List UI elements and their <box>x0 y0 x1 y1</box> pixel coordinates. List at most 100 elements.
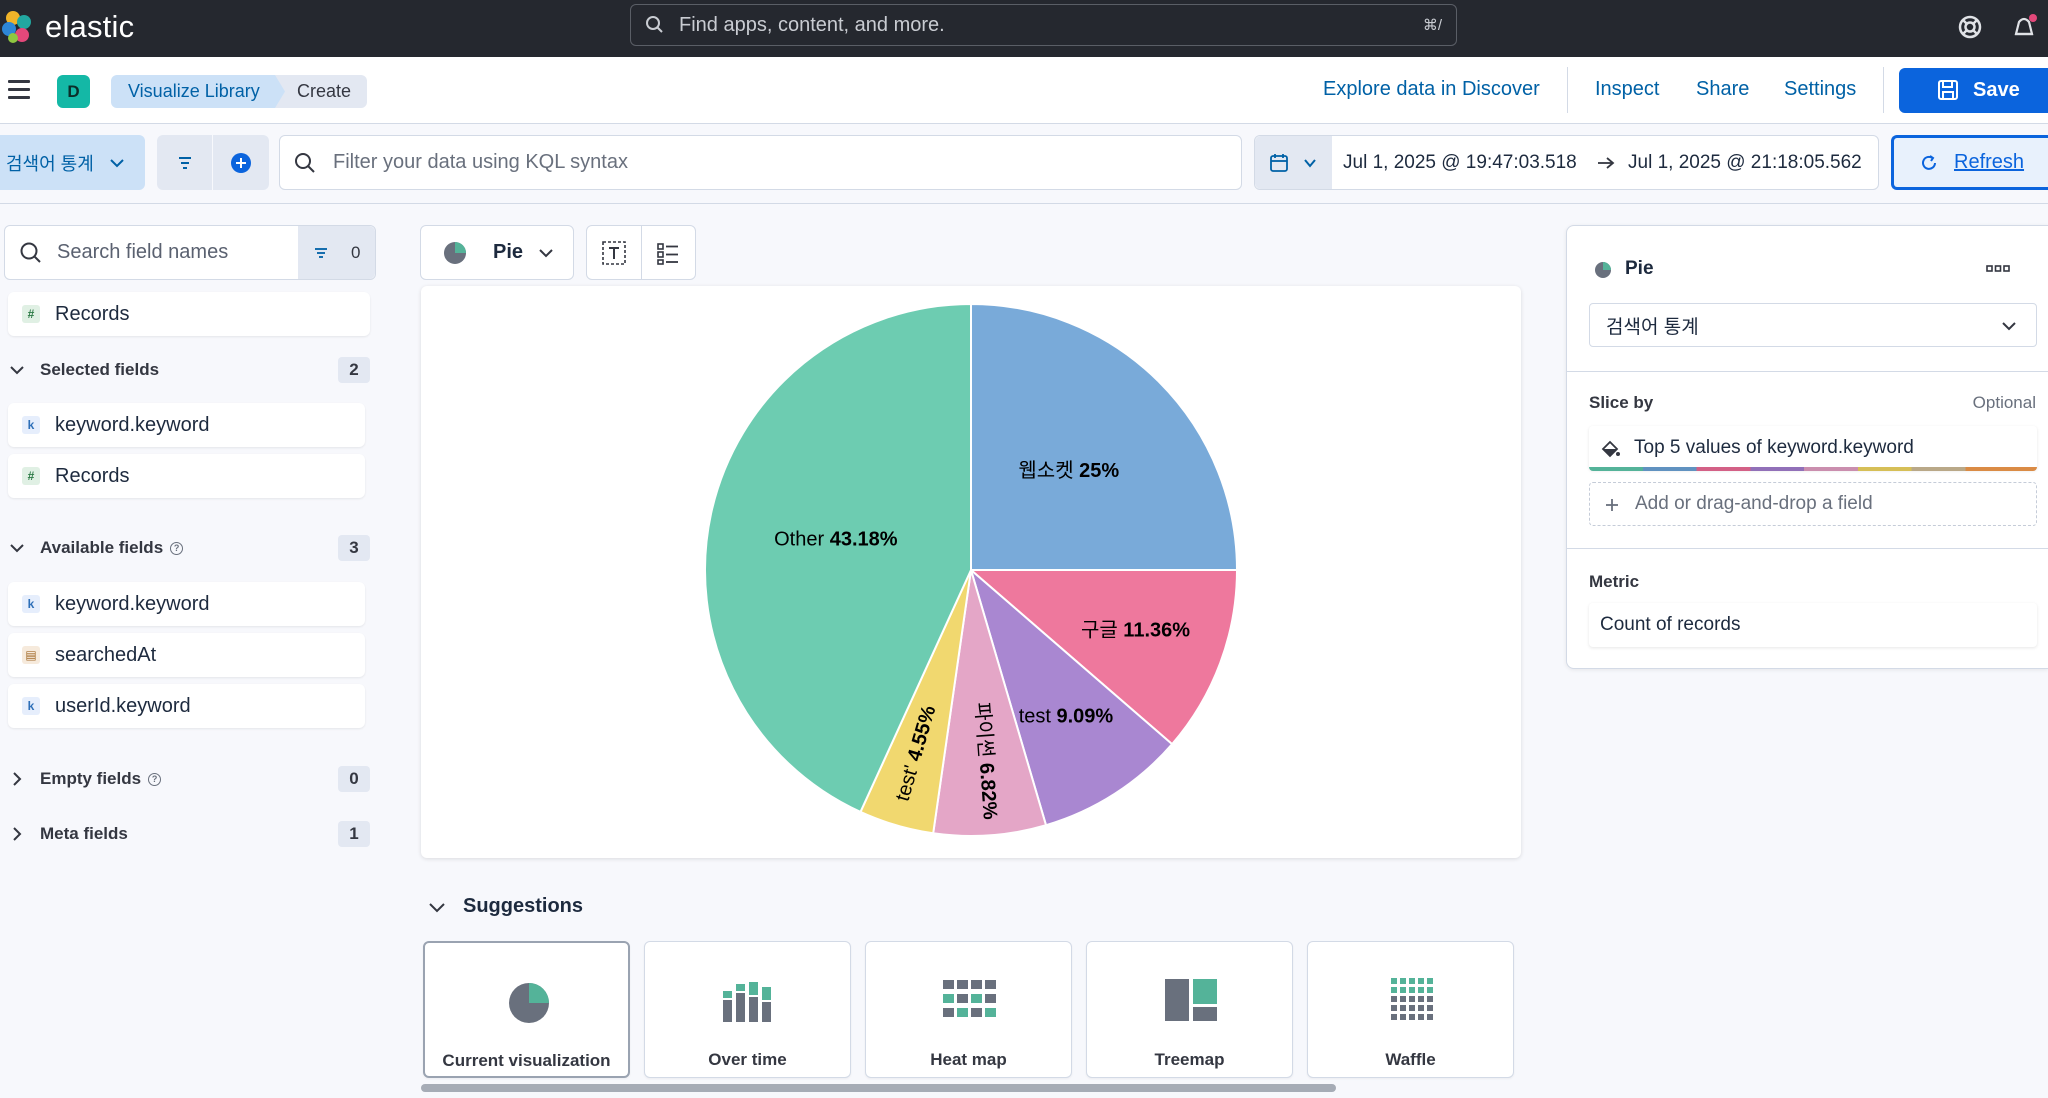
help-icon[interactable] <box>1953 10 1987 44</box>
chevron-down-icon <box>429 902 445 912</box>
available-fields-toggle[interactable]: Available fields ? <box>8 535 184 561</box>
suggestion-label: Current visualization <box>442 1051 611 1070</box>
brand-name: elastic <box>45 9 135 44</box>
explore-discover-link[interactable]: Explore data in Discover <box>1323 78 1540 101</box>
metric-dimension[interactable]: Count of records <box>1589 603 2037 647</box>
legend-icon[interactable] <box>655 240 681 266</box>
suggestion-current-visualization[interactable]: Current visualization <box>423 941 630 1078</box>
suggestion-label: Over time <box>708 1050 787 1069</box>
section-label: Available fields <box>40 538 164 557</box>
top-header: elastic Find apps, content, and more. ⌘/ <box>0 0 2048 57</box>
slice-by-value: Top 5 values of keyword.keyword <box>1634 437 1914 458</box>
refresh-icon <box>1922 155 1936 170</box>
search-icon <box>295 153 315 173</box>
color-palette-icon <box>1601 440 1620 458</box>
menu-toggle-icon[interactable] <box>8 80 30 100</box>
meta-fields-count: 1 <box>338 821 370 847</box>
empty-fields-toggle[interactable]: Empty fields ? <box>8 766 162 792</box>
search-icon <box>646 16 663 33</box>
keyword-field-icon: k <box>22 697 40 715</box>
elastic-logo[interactable]: elastic <box>0 9 134 45</box>
calendar-icon <box>1270 154 1288 172</box>
info-icon[interactable]: ? <box>170 541 184 555</box>
available-fields-count: 3 <box>338 535 370 561</box>
empty-fields-count: 0 <box>338 766 370 792</box>
horizontal-scrollbar[interactable] <box>421 1084 1336 1092</box>
suggestion-treemap[interactable]: Treemap <box>1086 941 1293 1078</box>
pie-slice-label: 구글 11.36% <box>1081 620 1190 642</box>
add-field-label: Add or drag-and-drop a field <box>1635 493 1873 514</box>
text-labels-icon[interactable] <box>601 240 627 266</box>
suggestion-heat-map[interactable]: Heat map <box>865 941 1072 1078</box>
slice-by-dimension[interactable]: Top 5 values of keyword.keyword <box>1589 426 2037 471</box>
field-name: keyword.keyword <box>55 413 210 436</box>
kql-placeholder: Filter your data using KQL syntax <box>333 151 628 173</box>
chart-type-selector[interactable]: Pie <box>420 225 574 280</box>
data-view-selector[interactable]: 검색어 통계 <box>0 135 145 190</box>
field-item[interactable]: k keyword.keyword <box>8 582 365 626</box>
add-filter-button[interactable] <box>213 135 269 190</box>
search-field-names-input[interactable]: Search field names 0 <box>4 225 376 280</box>
filter-icon <box>315 247 327 258</box>
date-picker[interactable]: Jul 1, 2025 @ 19:47:03.518 Jul 1, 2025 @… <box>1254 135 1879 190</box>
elastic-logo-icon <box>2 11 31 43</box>
field-name: userId.keyword <box>55 694 191 717</box>
inspect-link[interactable]: Inspect <box>1595 78 1659 101</box>
pie-chart-icon <box>509 983 549 1023</box>
section-label: Selected fields <box>40 360 160 379</box>
number-field-icon: # <box>22 467 40 485</box>
treemap-icon <box>1165 979 1217 1021</box>
notifications-icon[interactable] <box>2007 10 2041 44</box>
save-label: Save <box>1973 79 2020 101</box>
pie-chart: 웹소켓 25%구글 11.36%test 9.09%파이썬 6.82%test'… <box>704 302 1239 837</box>
metric-value: Count of records <box>1600 614 1741 635</box>
settings-link[interactable]: Settings <box>1784 78 1856 101</box>
add-field-dropzone[interactable]: Add or drag-and-drop a field <box>1589 482 2037 526</box>
save-button[interactable]: Save <box>1899 68 2048 113</box>
field-item[interactable]: k keyword.keyword <box>8 403 365 447</box>
waffle-icon <box>1391 978 1433 1020</box>
suggestions-toggle[interactable]: Suggestions <box>427 895 583 918</box>
field-name: Records <box>55 464 130 487</box>
chevron-right-icon <box>13 827 22 841</box>
field-item[interactable]: # Records <box>8 454 365 498</box>
meta-fields-toggle[interactable]: Meta fields <box>8 821 128 847</box>
suggestion-over-time[interactable]: Over time <box>644 941 851 1078</box>
layer-data-view-select[interactable]: 검색어 통계 <box>1589 303 2037 347</box>
field-type-filter-button[interactable]: 0 <box>298 226 375 279</box>
breadcrumb-create: Create <box>275 75 368 108</box>
filter-menu-button[interactable] <box>157 135 212 190</box>
data-view-name: 검색어 통계 <box>6 153 94 174</box>
palette-stripe <box>1589 467 2037 471</box>
field-item[interactable]: ▤ searchedAt <box>8 633 365 677</box>
global-search-placeholder: Find apps, content, and more. <box>679 13 945 36</box>
field-item[interactable]: k userId.keyword <box>8 684 365 728</box>
section-label: Empty fields <box>40 769 142 788</box>
search-icon <box>20 242 41 263</box>
selected-fields-toggle[interactable]: Selected fields <box>8 357 159 383</box>
space-avatar[interactable]: D <box>57 75 90 108</box>
date-field-icon: ▤ <box>22 646 40 664</box>
date-start[interactable]: Jul 1, 2025 @ 19:47:03.518 <box>1343 152 1577 174</box>
breadcrumb-visualize-library[interactable]: Visualize Library <box>111 75 290 108</box>
field-name: Records <box>55 302 130 325</box>
kql-query-input[interactable]: Filter your data using KQL syntax <box>279 135 1242 190</box>
section-label: Meta fields <box>40 824 128 843</box>
share-link[interactable]: Share <box>1696 78 1749 101</box>
suggestion-waffle[interactable]: Waffle <box>1307 941 1514 1078</box>
info-icon[interactable]: ? <box>148 772 162 786</box>
number-field-icon: # <box>22 305 40 323</box>
pie-slice[interactable] <box>970 302 1239 571</box>
quick-date-menu[interactable] <box>1255 136 1332 189</box>
field-item[interactable]: # Records <box>8 292 370 336</box>
filter-icon <box>178 156 191 169</box>
more-options-icon[interactable] <box>1986 264 2010 274</box>
search-field-placeholder: Search field names <box>57 241 229 263</box>
refresh-button[interactable]: Refresh <box>1891 135 2048 190</box>
keyword-field-icon: k <box>22 416 40 434</box>
date-end[interactable]: Jul 1, 2025 @ 21:18:05.562 <box>1628 152 1862 174</box>
global-search-input[interactable]: Find apps, content, and more. ⌘/ <box>630 4 1457 46</box>
chevron-down-icon <box>539 248 553 257</box>
plus-icon <box>1606 499 1618 511</box>
query-bar: 검색어 통계 Filter your data using KQL syntax… <box>0 124 2048 204</box>
